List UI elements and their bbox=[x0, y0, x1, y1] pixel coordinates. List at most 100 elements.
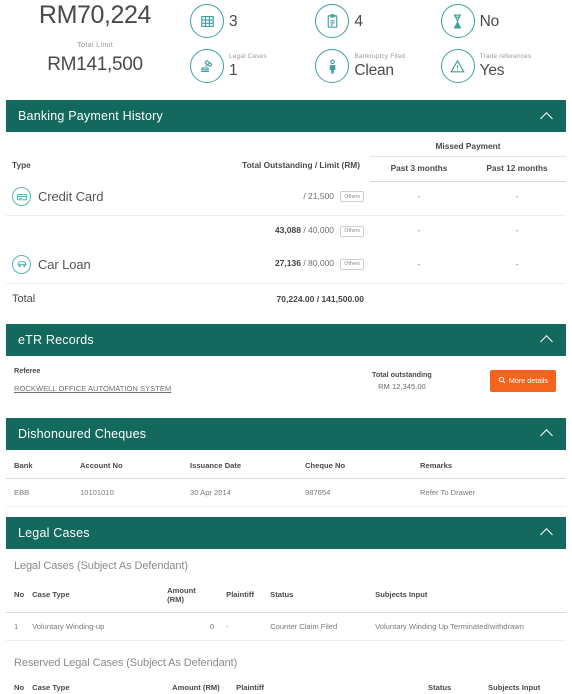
panel-title: Banking Payment History bbox=[18, 109, 163, 123]
cell-amount: 43,088 / 40,000 Others bbox=[165, 216, 370, 246]
chevron-up-icon[interactable] bbox=[541, 110, 554, 123]
panel-etr-records: eTR Records Referee ROCKWELL OFFICE AUTO… bbox=[6, 323, 566, 408]
th-issuance-date: Issuance Date bbox=[186, 449, 301, 479]
more-details-button[interactable]: More details bbox=[489, 369, 556, 392]
person-icon bbox=[315, 49, 350, 83]
stat-value: Clean bbox=[354, 62, 394, 79]
etr-referee-link[interactable]: ROCKWELL OFFICE AUTOMATION SYSTEM bbox=[14, 384, 171, 393]
stat-legal-cases: Legal Cases 1 bbox=[190, 42, 315, 90]
credit-report-page: RM70,224 Total Limit RM141,500 3 4 No Le… bbox=[0, 0, 572, 694]
cell-issuance-date: 30 Apr 2014 bbox=[186, 478, 301, 507]
cell-type: Credit Card bbox=[6, 178, 165, 216]
cheques-table: Bank Account No Issuance Date Cheque No … bbox=[6, 449, 566, 507]
etr-outstanding-label: Total outstanding bbox=[372, 370, 432, 379]
panel-dishonoured-cheques: Dishonoured Cheques Bank Account No Issu… bbox=[6, 417, 566, 507]
th-case-type: Case Type bbox=[28, 671, 169, 694]
summary-strip: RM70,224 Total Limit RM141,500 3 4 No Le… bbox=[0, 0, 572, 100]
th-bank: Bank bbox=[6, 449, 76, 479]
stat-grid: 3 bbox=[190, 0, 315, 42]
panel-header-legal[interactable]: Legal Cases bbox=[6, 516, 566, 549]
cell-type bbox=[6, 216, 165, 246]
th-case-type: Case Type bbox=[28, 574, 164, 613]
cell-total-amount: 70,224.00 / 141,500.00 bbox=[276, 293, 364, 304]
table-header-row: No Case Type Amount (RM) Plaintiff Statu… bbox=[6, 671, 566, 694]
cell-plaintiff: - bbox=[218, 612, 267, 641]
cell-amount: / 21,500 Others bbox=[164, 178, 370, 216]
clipboard-icon bbox=[315, 4, 350, 38]
cell-status: Counter Claim Filed bbox=[266, 612, 372, 641]
amount-bold: 43,088 bbox=[274, 225, 301, 235]
table-total-row: Total 70,224.00 / 141,500.00 bbox=[6, 283, 566, 314]
total-limit-label: Total Limit bbox=[77, 40, 113, 49]
etr-referee-block: Referee ROCKWELL OFFICE AUTOMATION SYSTE… bbox=[14, 366, 314, 396]
panel-body-legal: Legal Cases (Subject As Defendant) No Ca… bbox=[6, 548, 566, 694]
cell-past-12: - bbox=[468, 178, 566, 216]
panel-body-banking: Missed Payment Past 3 months Past 12 mon… bbox=[6, 132, 566, 314]
cell-total-label: Total bbox=[12, 292, 36, 305]
chevron-up-icon[interactable] bbox=[541, 526, 554, 539]
amount-rest: / 80,000 bbox=[303, 258, 335, 269]
cell-total-past-3 bbox=[370, 283, 468, 314]
credit-card-icon bbox=[12, 187, 31, 206]
cell-subjects-input: Voluntary Winding Up Terminated/withdraw… bbox=[371, 612, 566, 641]
th-status: Status bbox=[424, 671, 484, 694]
table-row: Credit Card / 21,500 Others - - bbox=[6, 178, 566, 216]
th-account-no: Account No bbox=[76, 449, 186, 479]
warning-icon bbox=[440, 49, 475, 83]
car-icon bbox=[12, 254, 31, 274]
stat-bankruptcy-filed: Bankruptcy Filed Clean bbox=[315, 42, 440, 90]
more-details-label: More details bbox=[508, 376, 548, 385]
amount-bold: 27,136 bbox=[274, 258, 301, 269]
others-badge[interactable]: Others bbox=[340, 258, 364, 270]
th-subjects-input: Subjects Input bbox=[371, 574, 566, 613]
panel-header-etr[interactable]: eTR Records bbox=[6, 323, 566, 356]
panel-title: Legal Cases bbox=[18, 525, 90, 540]
panel-title: Dishonoured Cheques bbox=[18, 426, 147, 441]
panel-legal-cases: Legal Cases Legal Cases (Subject As Defe… bbox=[6, 516, 566, 694]
panel-title: eTR Records bbox=[18, 332, 94, 347]
banking-table-left-headers: Type Total Outstanding / Limit (RM) Cred… bbox=[6, 141, 566, 314]
legal-defendant-table: No Case Type Amount (RM) Plaintiff Statu… bbox=[6, 574, 566, 641]
stat-label: Legal Cases bbox=[229, 53, 267, 60]
stat-value: 1 bbox=[229, 62, 238, 79]
cell-past-12: - bbox=[468, 245, 566, 284]
th-plaintiff: Plaintiff bbox=[228, 671, 424, 694]
stat-label: Trade references bbox=[479, 53, 532, 60]
table-row: 1 Voluntary Winding-up 0 - Counter Claim… bbox=[6, 612, 566, 641]
cell-amount: 0 bbox=[163, 612, 219, 641]
th-no: No bbox=[6, 671, 29, 694]
subtitle-legal-reserved: Reserved Legal Cases (Subject As Defenda… bbox=[14, 656, 238, 669]
th-total-outstanding: Total Outstanding / Limit (RM) bbox=[242, 160, 360, 170]
gavel-icon bbox=[190, 49, 224, 83]
th-status: Status bbox=[266, 574, 372, 613]
chevron-up-icon[interactable] bbox=[541, 333, 554, 346]
panel-header-cheques[interactable]: Dishonoured Cheques bbox=[6, 417, 566, 450]
type-label: Car Loan bbox=[38, 256, 91, 272]
th-subjects-input: Subjects Input bbox=[484, 671, 566, 694]
cell-bank: EBB bbox=[6, 478, 76, 507]
grid-icon bbox=[190, 4, 224, 38]
others-badge[interactable]: Others bbox=[340, 225, 364, 237]
subtitle-legal-defendant: Legal Cases (Subject As Defendant) bbox=[14, 559, 188, 572]
etr-referee-label: Referee bbox=[14, 365, 41, 375]
th-remarks: Remarks bbox=[416, 449, 566, 479]
stat-clipboard: 4 bbox=[315, 0, 440, 42]
cell-past-3: - bbox=[370, 178, 468, 216]
panel-body-cheques: Bank Account No Issuance Date Cheque No … bbox=[6, 449, 566, 507]
th-no: No bbox=[6, 574, 29, 613]
table-header-row: Bank Account No Issuance Date Cheque No … bbox=[6, 449, 566, 479]
th-amount: Amount (RM) bbox=[163, 574, 219, 613]
th-cheque-no: Cheque No bbox=[301, 449, 416, 479]
table-header-row: No Case Type Amount (RM) Plaintiff Statu… bbox=[6, 574, 566, 613]
cell-total-past-12 bbox=[468, 283, 566, 314]
panel-header-banking[interactable]: Banking Payment History bbox=[6, 100, 566, 132]
th-type: Type bbox=[12, 160, 31, 170]
stat-value: 4 bbox=[354, 12, 363, 30]
stat-value: 3 bbox=[229, 12, 238, 30]
others-badge[interactable]: Others bbox=[340, 191, 364, 203]
chevron-up-icon[interactable] bbox=[541, 427, 554, 440]
cell-no: 1 bbox=[6, 612, 29, 641]
summary-amounts: RM70,224 Total Limit RM141,500 bbox=[0, 0, 190, 92]
stat-value: No bbox=[479, 12, 500, 30]
etr-outstanding-block: Total outstanding RM 12,345.00 bbox=[314, 370, 490, 391]
